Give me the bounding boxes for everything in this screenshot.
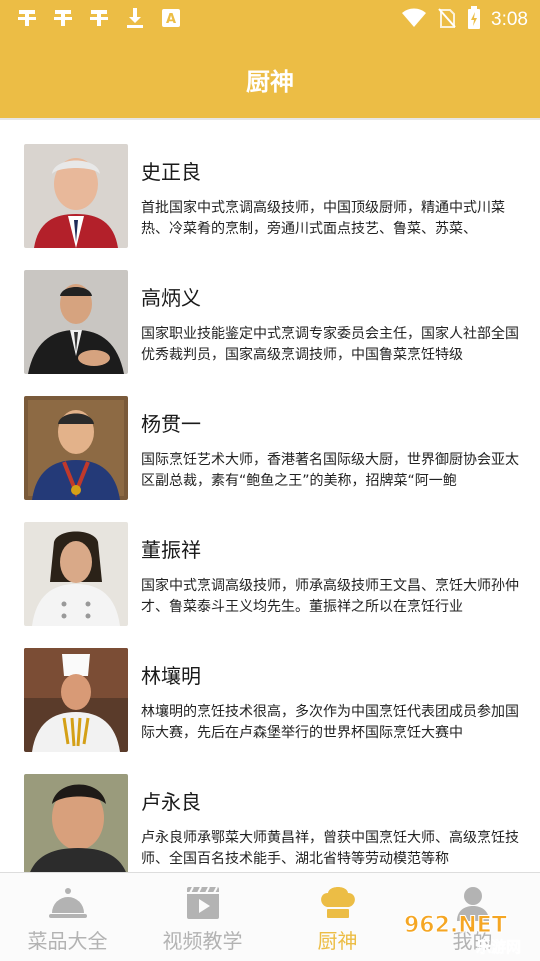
battery-charging-icon [467, 6, 481, 34]
chef-name: 董振祥 [141, 538, 201, 562]
chef-list-item[interactable]: 林壤明 林壤明的烹饪技术很高，多次作为中国烹饪代表团成员参加国际大赛，先后在卢森… [0, 624, 540, 752]
tab-label: 菜品大全 [27, 929, 108, 953]
chef-name: 卢永良 [141, 790, 201, 814]
chef-description: 国家中式烹调高级技师，师承高级技师王文昌、烹饪大师孙仲才、鲁菜泰斗王义均先生。董… [141, 578, 519, 615]
chef-list-item[interactable]: 高炳义 国家职业技能鉴定中式烹调专家委员会主任，国家人社部全国优秀裁判员，国家高… [0, 246, 540, 374]
chef-photo [24, 774, 128, 872]
watermark-subtext: 乐游网 [476, 938, 521, 956]
download-icon [122, 6, 148, 30]
chef-description: 林壤明的烹饪技术很高，多次作为中国烹饪代表团成员参加国际大赛，先后在卢森堡举行的… [141, 704, 519, 741]
chef-list-item[interactable]: 卢永良 卢永良师承鄂菜大师黄昌祥，曾获中国烹饪大师、高级烹饪技师、全国百名技术能… [0, 750, 540, 872]
chef-photo [24, 522, 128, 626]
chef-photo [24, 648, 128, 752]
chef-description: 卢永良师承鄂菜大师黄昌祥，曾获中国烹饪大师、高级烹饪技师、全国百名技术能手、湖北… [141, 830, 519, 867]
notification-icons: A [14, 6, 184, 30]
chef-photo [24, 396, 128, 500]
chef-photo [24, 270, 128, 374]
tab-chef-masters[interactable]: 厨神 [270, 873, 405, 961]
wifi-icon [401, 7, 427, 33]
chef-list-item[interactable]: 杨贯一 国际烹饪艺术大师，香港著名国际级大厨，世界御厨协会亚太区副总裁，素有“鲍… [0, 372, 540, 500]
watermark-text: 962.NET [404, 913, 507, 938]
chef-name: 高炳义 [141, 286, 201, 310]
tab-dishes[interactable]: 菜品大全 [0, 873, 135, 961]
chef-name: 林壤明 [141, 664, 201, 688]
ghost-icon [50, 6, 76, 30]
tab-label: 视频教学 [162, 929, 243, 953]
tab-label: 厨神 [317, 929, 358, 953]
status-bar: A 3:08 [0, 0, 540, 38]
chef-list-item[interactable]: 董振祥 国家中式烹调高级技师，师承高级技师王文昌、烹饪大师孙仲才、鲁菜泰斗王义均… [0, 498, 540, 626]
svg-text:A: A [166, 12, 176, 27]
clock: 3:08 [491, 9, 528, 30]
chef-list[interactable]: 史正良 首批国家中式烹调高级技师，中国顶级厨师，精通中式川菜热、冷菜肴的烹制，旁… [0, 120, 540, 872]
system-icons: 3:08 [401, 6, 528, 34]
chef-hat-icon [318, 885, 358, 921]
video-icon [183, 885, 223, 921]
cloche-icon [48, 885, 88, 921]
chef-description: 国际烹饪艺术大师，香港著名国际级大厨，世界御厨协会亚太区副总裁，素有“鲍鱼之王”… [141, 452, 519, 489]
chef-description: 国家职业技能鉴定中式烹调专家委员会主任，国家人社部全国优秀裁判员，国家高级烹调技… [141, 326, 519, 363]
a-notification-icon: A [158, 6, 184, 30]
ghost-icon [86, 6, 112, 30]
chef-name: 史正良 [141, 160, 201, 184]
ghost-icon [14, 6, 40, 30]
no-sim-icon [437, 7, 457, 33]
chef-description: 首批国家中式烹调高级技师，中国顶级厨师，精通中式川菜热、冷菜肴的烹制，旁通川式面… [141, 200, 505, 237]
chef-photo [24, 144, 128, 248]
chef-name: 杨贯一 [141, 412, 201, 436]
watermark-logo: 962.NET 乐游网 [400, 908, 536, 957]
page-title: 厨神 [246, 68, 294, 96]
app-bar: 厨神 [0, 38, 540, 118]
chef-list-item[interactable]: 史正良 首批国家中式烹调高级技师，中国顶级厨师，精通中式川菜热、冷菜肴的烹制，旁… [0, 120, 540, 248]
tab-video[interactable]: 视频教学 [135, 873, 270, 961]
